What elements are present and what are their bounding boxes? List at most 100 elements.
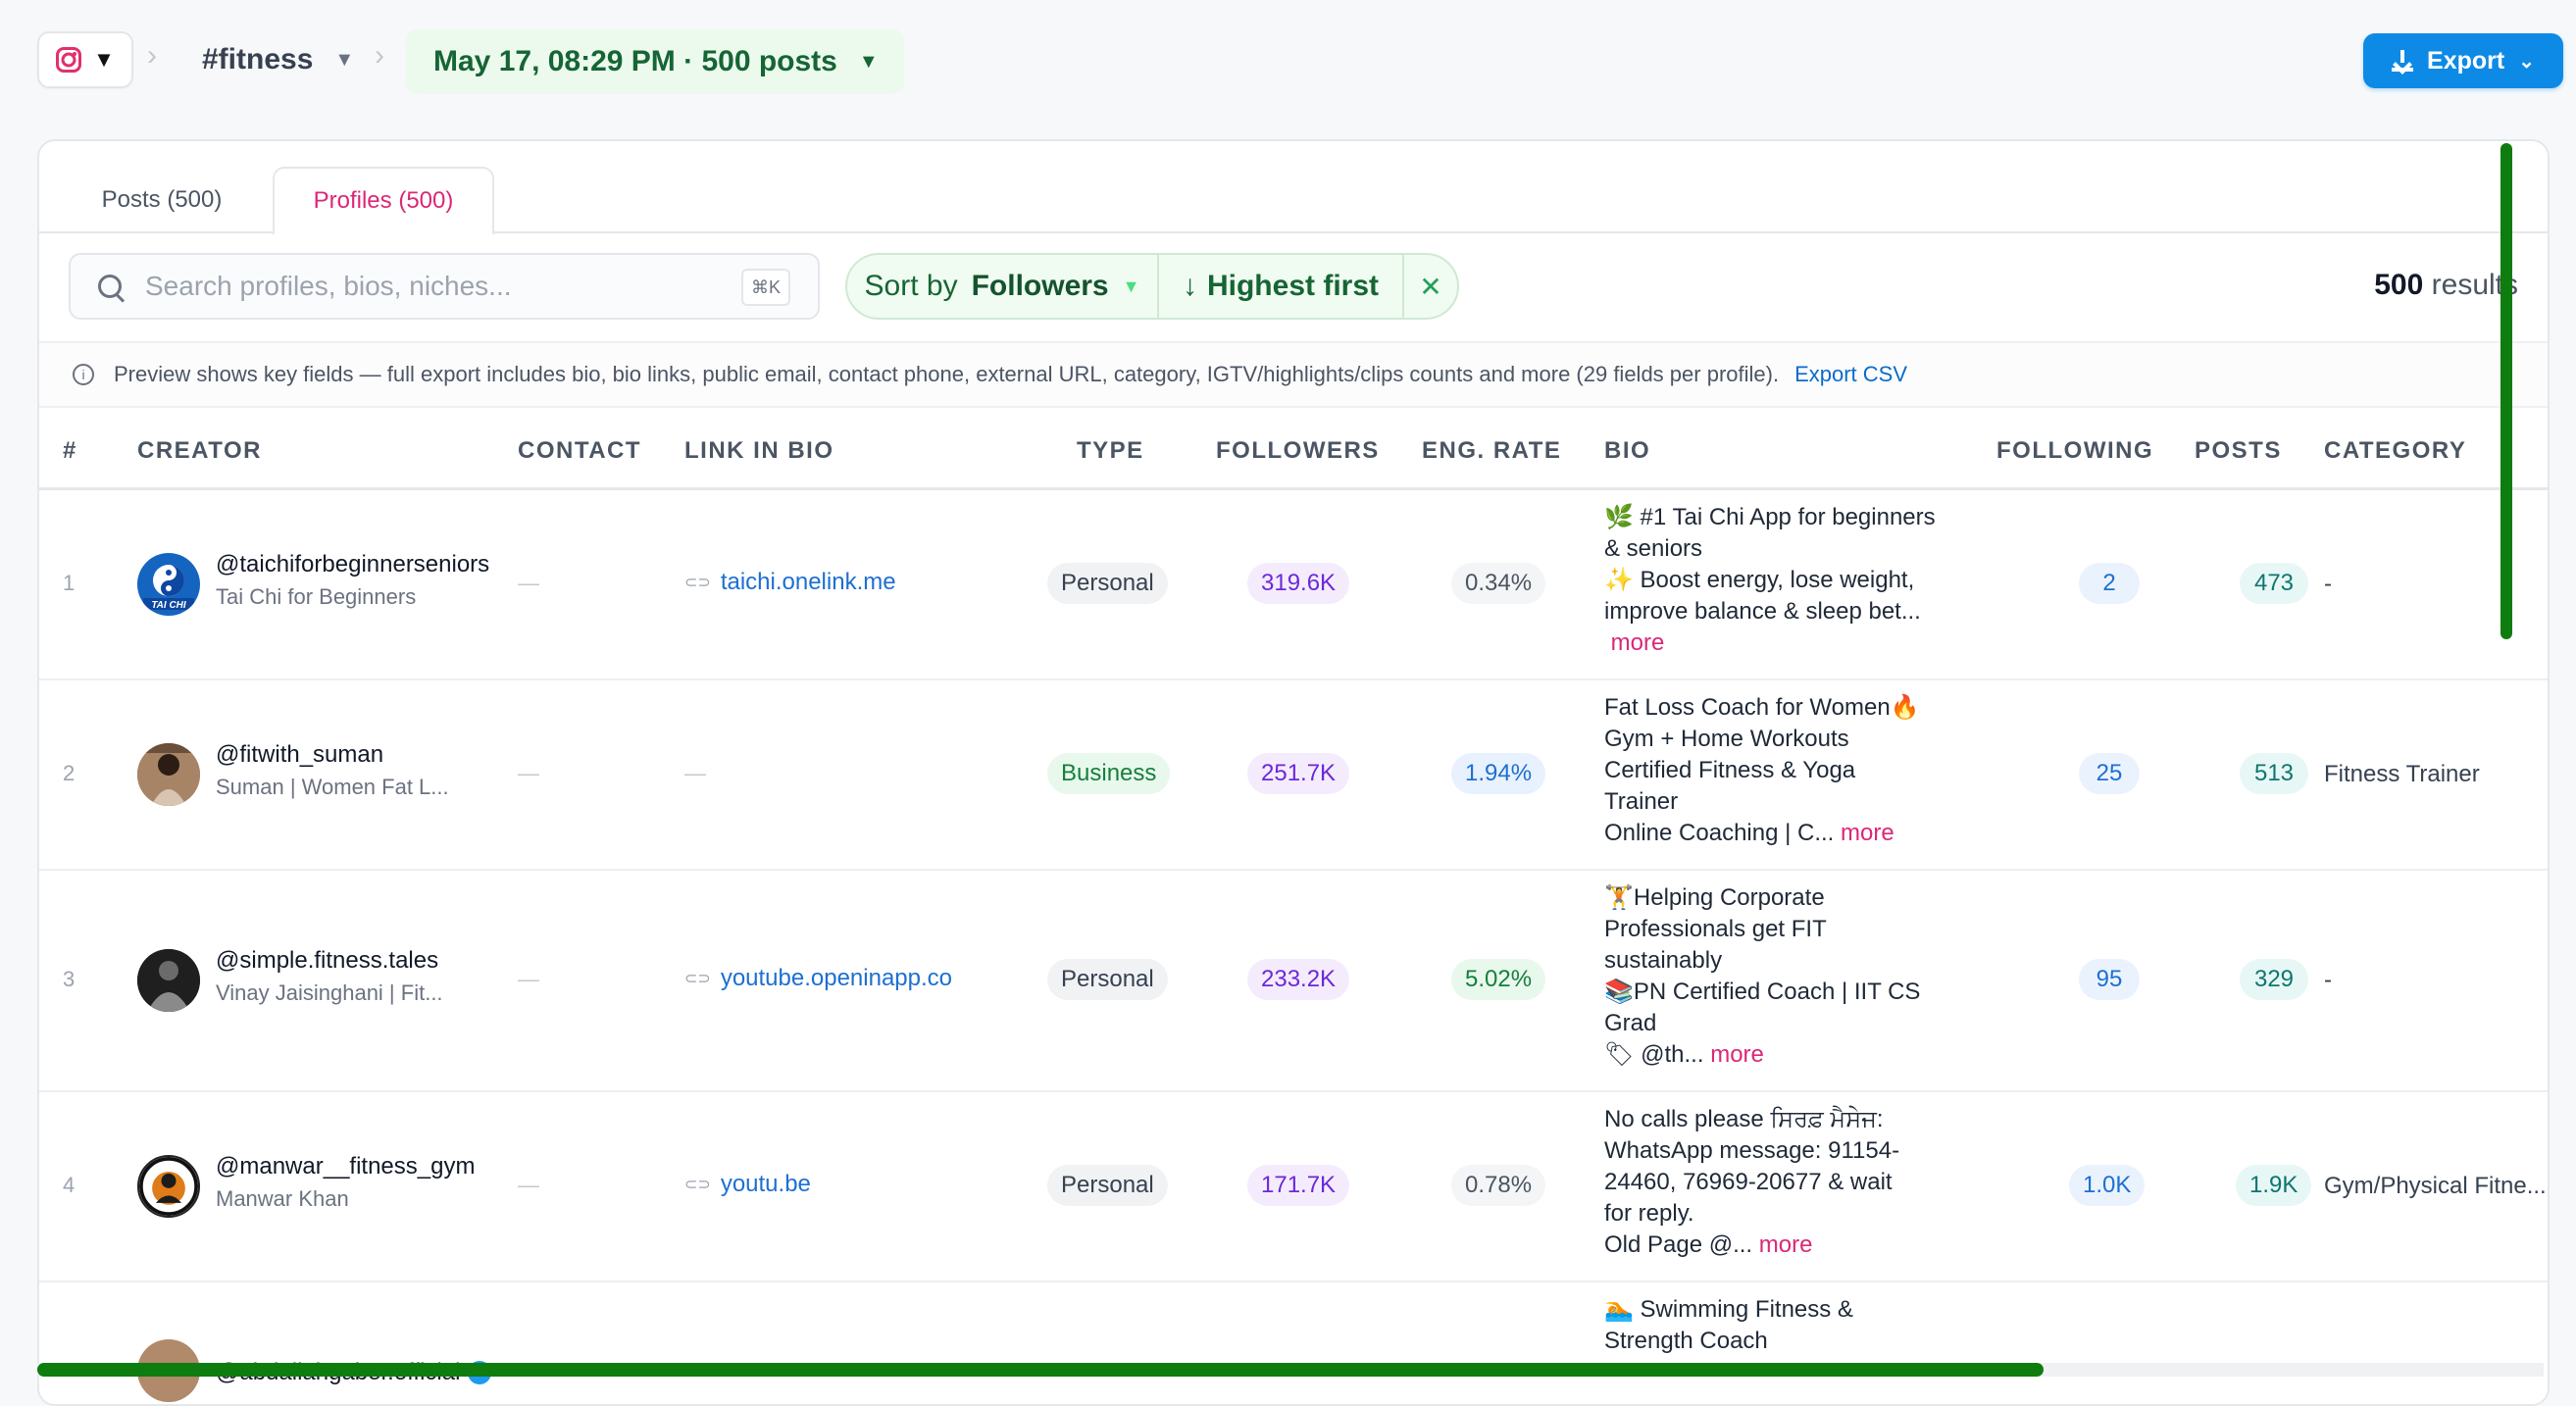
export-label: Export	[2427, 46, 2505, 75]
bio-line: Professionals get FIT	[1604, 916, 1827, 942]
bio-text: Fat Loss Coach for Women🔥 Gym + Home Wor…	[1604, 692, 1987, 849]
creator-handle[interactable]: @taichiforbeginnerseniors	[216, 551, 489, 578]
table-row[interactable]: 2 @fitwith_suman Suman | Women Fat L... …	[39, 680, 2548, 871]
column-header[interactable]: CONTACT	[518, 437, 641, 465]
vertical-scrollbar[interactable]	[2500, 143, 2512, 639]
caret-down-icon: ▼	[93, 47, 115, 72]
posts-badge: 473	[2240, 563, 2308, 604]
horizontal-scrollbar[interactable]	[37, 1363, 2044, 1377]
yin-yang-icon: TAI CHI	[143, 565, 194, 611]
bio-link[interactable]: ⊂⊃ taichi.onelink.me	[684, 569, 896, 596]
gym-logo-icon	[139, 1157, 198, 1216]
sort-control: Sort by Followers ▼ ↓ Highest first ✕	[845, 253, 1459, 320]
avatar[interactable]	[137, 949, 200, 1012]
bio-link-text: youtu.be	[720, 1171, 811, 1197]
row-number: 3	[63, 967, 76, 991]
bio-more-link[interactable]: more	[1759, 1231, 1813, 1258]
column-header[interactable]: POSTS	[2195, 437, 2282, 465]
column-header[interactable]: FOLLOWERS	[1216, 437, 1380, 465]
tab-bar: Posts (500) Profiles (500)	[39, 141, 2548, 235]
bio-text: No calls please ਸਿਰਫ਼ ਮੈਸੇਜ: WhatsApp me…	[1604, 1104, 1987, 1261]
sort-field-selector[interactable]: Sort by Followers ▼	[847, 255, 1159, 318]
bio-line: for reply.	[1604, 1200, 1694, 1227]
bio-line: sustainably	[1604, 947, 1723, 974]
tab-profiles[interactable]: Profiles (500)	[273, 167, 494, 235]
search-icon	[98, 275, 122, 298]
sort-direction: Highest first	[1206, 270, 1380, 302]
arrow-down-icon: ↓	[1182, 270, 1197, 302]
tab-posts[interactable]: Posts (500)	[69, 167, 255, 233]
bio-more-link[interactable]: more	[1710, 1041, 1764, 1068]
export-csv-link[interactable]: Export CSV	[1794, 362, 1907, 387]
table-row[interactable]: @abdallahgaber.official ✓ 🏊 Swimming Fit…	[39, 1282, 2548, 1404]
column-header[interactable]: BIO	[1604, 437, 1650, 465]
avatar[interactable]: TAI CHI	[137, 553, 200, 616]
followers-badge: 171.7K	[1247, 1165, 1350, 1206]
bio-line: Grad	[1604, 1010, 1657, 1036]
avatar[interactable]	[137, 743, 200, 806]
bio-line: Gym + Home Workouts	[1604, 726, 1849, 752]
creator-handle[interactable]: @manwar__fitness_gym	[216, 1153, 475, 1180]
contact-empty: —	[518, 967, 539, 991]
results-number: 500	[2374, 269, 2424, 301]
bio-link-text: youtube.openinapp.co	[720, 965, 953, 991]
posts-badge: 513	[2240, 753, 2308, 794]
profile-photo	[137, 949, 200, 1012]
platform-selector[interactable]: ▼	[37, 31, 133, 88]
run-selector[interactable]: May 17, 08:29 PM · 500 posts ▼	[406, 29, 904, 94]
avatar[interactable]	[137, 1155, 200, 1218]
creator-name: Tai Chi for Beginners	[216, 584, 417, 609]
search-input[interactable]	[145, 271, 733, 302]
bio-line: 24460, 76969-20677 & wait	[1604, 1169, 1893, 1195]
hashtag-selector[interactable]: #fitness ▼	[186, 29, 370, 90]
chevron-right-icon: ›	[375, 39, 384, 72]
bio-line: 🏋Helping Corporate	[1604, 884, 1825, 911]
bio-link[interactable]: ⊂⊃ youtube.openinapp.co	[684, 965, 952, 992]
column-header[interactable]: LINK IN BIO	[684, 437, 834, 465]
engagement-badge: 5.02%	[1451, 959, 1546, 1000]
bio-line: WhatsApp message: 91154-	[1604, 1137, 1900, 1164]
type-badge: Personal	[1047, 959, 1168, 1000]
bio-line: & seniors	[1604, 535, 1703, 562]
bio-line: 🏊 Swimming Fitness &	[1604, 1296, 1853, 1323]
column-header[interactable]: FOLLOWING	[1996, 437, 2153, 465]
creator-name: Manwar Khan	[216, 1186, 349, 1211]
row-number: 1	[63, 571, 76, 595]
column-header[interactable]: #	[63, 437, 77, 465]
row-number: 2	[63, 761, 76, 785]
type-badge: Personal	[1047, 563, 1168, 604]
creator-handle[interactable]: @fitwith_suman	[216, 741, 383, 769]
search-box[interactable]: ⌘K	[69, 253, 820, 320]
column-header[interactable]: TYPE	[1077, 437, 1144, 465]
bio-link-text: taichi.onelink.me	[720, 569, 896, 595]
engagement-badge: 1.94%	[1451, 753, 1546, 794]
sort-field: Followers	[971, 270, 1109, 302]
bio-link-empty: —	[684, 761, 706, 785]
column-header[interactable]: CATEGORY	[2324, 437, 2466, 465]
table-row[interactable]: 3 @simple.fitness.tales Vinay Jaisinghan…	[39, 871, 2548, 1092]
sort-prefix: Sort by	[864, 270, 958, 302]
bio-line: ✨ Boost energy, lose weight,	[1604, 567, 1915, 593]
contact-empty: —	[518, 1173, 539, 1197]
posts-badge: 329	[2240, 959, 2308, 1000]
clear-sort-button[interactable]: ✕	[1404, 255, 1457, 318]
following-badge: 1.0K	[2069, 1165, 2146, 1206]
bio-more-link[interactable]: more	[1611, 629, 1665, 656]
sort-direction-toggle[interactable]: ↓ Highest first	[1159, 255, 1404, 318]
bio-more-link[interactable]: more	[1841, 820, 1894, 846]
bio-text: 🏊 Swimming Fitness & Strength Coach	[1604, 1294, 1987, 1357]
column-header[interactable]: ENG. RATE	[1422, 437, 1561, 465]
column-header[interactable]: CREATOR	[137, 437, 262, 465]
table-row[interactable]: 4 @manwar__fitness_gym Manwar Khan — ⊂⊃ …	[39, 1092, 2548, 1282]
bio-text: 🏋Helping Corporate Professionals get FIT…	[1604, 882, 1987, 1071]
followers-badge: 319.6K	[1247, 563, 1350, 604]
creator-handle[interactable]: @simple.fitness.tales	[216, 947, 438, 975]
table-row[interactable]: 1 TAI CHI @taichiforbeginnerseniors Tai …	[39, 490, 2548, 680]
svg-text:TAI CHI: TAI CHI	[151, 600, 186, 611]
bio-line: Strength Coach	[1604, 1328, 1768, 1354]
export-button[interactable]: Export ⌄	[2363, 33, 2563, 88]
link-icon: ⊂⊃	[684, 1177, 711, 1193]
bio-line: 🌿 #1 Tai Chi App for beginners	[1604, 504, 1936, 530]
posts-badge: 1.9K	[2236, 1165, 2312, 1206]
bio-link[interactable]: ⊂⊃ youtu.be	[684, 1171, 811, 1198]
